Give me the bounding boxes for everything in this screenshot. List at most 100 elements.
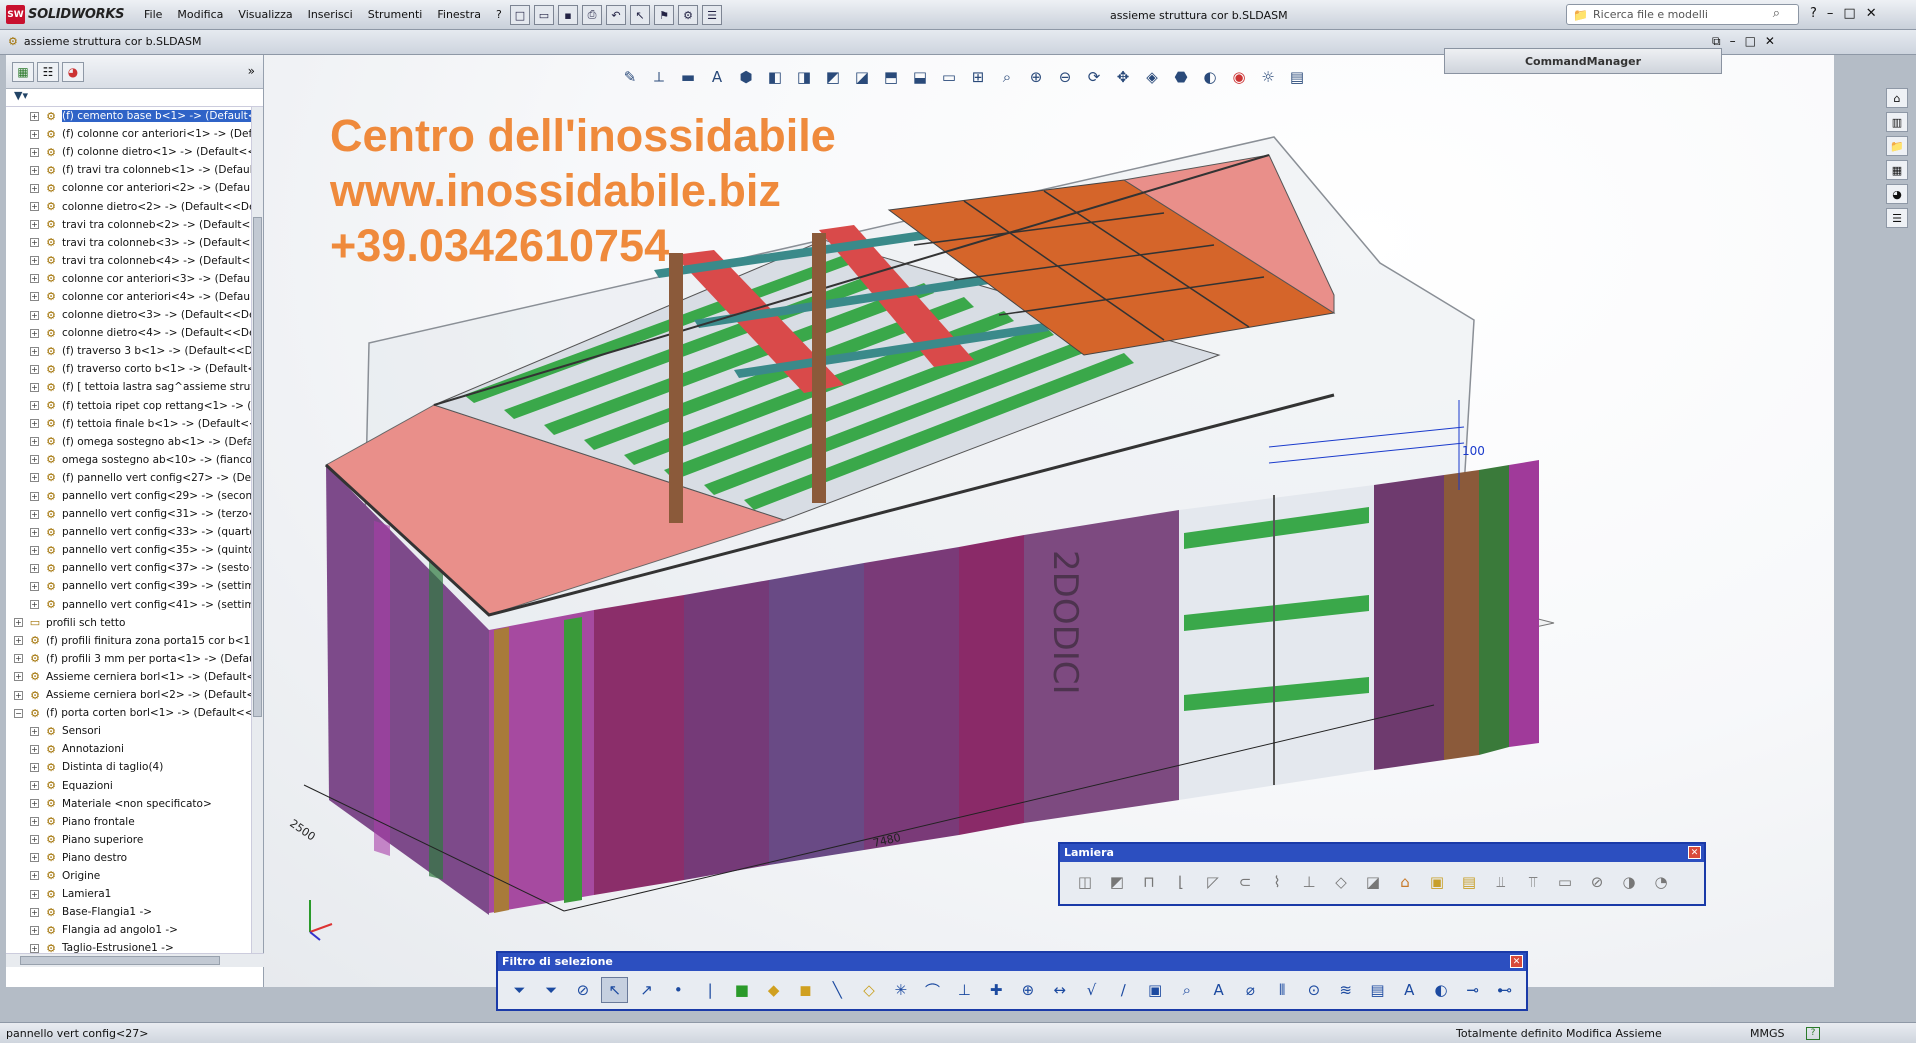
filter-blocks-icon[interactable]: ▤ [1364, 977, 1391, 1003]
expand-toggle-icon[interactable]: + [14, 654, 23, 664]
command-manager[interactable]: CommandManager [1444, 48, 1722, 74]
tree-item[interactable]: + ⚙ (f) traverso 3 b<1> -> (Default<<De [6, 342, 252, 360]
custom-props-icon[interactable]: ☰ [1886, 208, 1908, 228]
section-view-icon[interactable]: ◈ [1140, 65, 1164, 89]
appearances-icon[interactable]: ◕ [1886, 184, 1908, 204]
rip-icon[interactable]: ▭ [1552, 869, 1578, 895]
filter-midpoints-icon[interactable]: ⊥ [951, 977, 978, 1003]
menu-inserisci[interactable]: Inserisci [308, 8, 353, 21]
filter-routing-icon[interactable]: ⊸ [1459, 977, 1486, 1003]
tree-item[interactable]: + ⚙ omega sostegno ab<10> -> (fianco< [6, 451, 252, 469]
expand-toggle-icon[interactable]: + [14, 672, 23, 682]
lofted-bend-icon[interactable]: ⊓ [1136, 869, 1162, 895]
tree-horizontal-scrollbar[interactable] [6, 953, 264, 967]
plane-icon[interactable]: ▬ [676, 65, 700, 89]
tree-item[interactable]: + ⚙ Materiale <non specificato> [6, 795, 252, 813]
expand-toggle-icon[interactable]: + [30, 491, 39, 501]
filter-datum-icon[interactable]: ▣ [1142, 977, 1169, 1003]
tree-item[interactable]: + ⚙ Piano frontale [6, 813, 252, 831]
minimize-icon[interactable]: – [1827, 6, 1834, 21]
expand-toggle-icon[interactable]: + [30, 762, 39, 772]
convert-icon[interactable]: ◩ [1104, 869, 1130, 895]
tree-item[interactable]: + ⚙ pannello vert config<33> -> (quarto [6, 523, 252, 541]
expand-toggle-icon[interactable]: + [30, 835, 39, 845]
vent-icon[interactable]: ⊘ [1584, 869, 1610, 895]
cross-break-icon[interactable]: ◇ [1328, 869, 1354, 895]
tree-item[interactable]: + ⚙ Assieme cerniera borl<2> -> (Default<S… [6, 686, 252, 704]
rotate-icon[interactable]: ⟳ [1082, 65, 1106, 89]
tree-item[interactable]: + ⚙ colonne dietro<3> -> (Default<<Def [6, 306, 252, 324]
tree-item[interactable]: + ⚙ colonne cor anteriori<3> -> (Default [6, 270, 252, 288]
search-icon[interactable]: ⌕ [1773, 6, 1780, 21]
expand-toggle-icon[interactable]: + [30, 220, 39, 230]
expand-toggle-icon[interactable]: − [14, 708, 23, 718]
corner-relief-icon[interactable]: ◔ [1648, 869, 1674, 895]
expand-toggle-icon[interactable]: + [30, 419, 39, 429]
filter-icon[interactable]: ▼▾ [14, 89, 28, 102]
tree-item[interactable]: + ⚙ Equazioni [6, 776, 252, 794]
filter-sketch-segments-icon[interactable]: ⌒ [919, 977, 946, 1003]
expand-toggle-icon[interactable]: + [30, 817, 39, 827]
expand-toggle-icon[interactable]: + [30, 129, 39, 139]
expand-toggle-icon[interactable]: + [30, 455, 39, 465]
tree-item[interactable]: + ⚙ (f) cemento base b<1> -> (Default< [6, 107, 252, 125]
expand-toggle-icon[interactable]: + [30, 292, 39, 302]
new-icon[interactable]: □ [510, 5, 530, 25]
tree-item[interactable]: + ⚙ Lamiera1 [6, 885, 252, 903]
expand-toggle-icon[interactable]: + [30, 545, 39, 555]
expand-toggle-icon[interactable]: + [30, 364, 39, 374]
expand-toggle-icon[interactable]: + [30, 111, 39, 121]
status-units[interactable]: MMGS [1750, 1027, 1785, 1040]
tree-item[interactable]: + ⚙ pannello vert config<41> -> (settim [6, 596, 252, 614]
maximize-icon[interactable]: □ [1843, 6, 1855, 21]
toggle-filter-icon[interactable]: ⏷ [506, 977, 533, 1003]
close-icon[interactable]: ✕ [1866, 6, 1877, 21]
tree-item[interactable]: + ⚙ (f) colonne dietro<1> -> (Default<< [6, 143, 252, 161]
solidworks-logo[interactable]: SW SOLIDWORKS [6, 5, 124, 24]
expand-toggle-icon[interactable]: + [30, 781, 39, 791]
expand-toggle-icon[interactable]: + [30, 726, 39, 736]
filter-weld-icon[interactable]: ⌕ [1173, 977, 1200, 1003]
tree-item[interactable]: + ⚙ colonne dietro<2> -> (Default<<Def [6, 197, 252, 215]
filter-solid-bodies-icon[interactable]: ◼ [792, 977, 819, 1003]
options-icon[interactable]: ⚙ [678, 5, 698, 25]
tree-item[interactable]: + ⚙ (f) tettoia finale b<1> -> (Default<< [6, 415, 252, 433]
no-bends-icon[interactable]: ⫪ [1520, 869, 1546, 895]
help-icon[interactable]: ? [1806, 1027, 1820, 1040]
sketch-icon[interactable]: ✎ [618, 65, 642, 89]
view-palette-icon[interactable]: ▦ [1886, 160, 1908, 180]
expand-toggle-icon[interactable]: + [30, 147, 39, 157]
tree-item[interactable]: + ⚙ colonne cor anteriori<4> -> (Default [6, 288, 252, 306]
expand-toggle-icon[interactable]: + [30, 943, 39, 953]
expand-toggle-icon[interactable]: + [30, 473, 39, 483]
filter-sketch-points-icon[interactable]: ✳ [887, 977, 914, 1003]
tree-filter[interactable]: ▼▾ [6, 89, 263, 107]
jog-icon[interactable]: ⌇ [1264, 869, 1290, 895]
open-icon[interactable]: ▭ [534, 5, 554, 25]
filter-mates-icon[interactable]: ◐ [1428, 977, 1455, 1003]
appearance-icon[interactable]: ◉ [1227, 65, 1251, 89]
filter-balloons-icon[interactable]: ⌀ [1237, 977, 1264, 1003]
expand-toggle-icon[interactable]: + [30, 744, 39, 754]
property-manager-tab-icon[interactable]: ☷ [37, 62, 59, 82]
tree-item[interactable]: + ⚙ pannello vert config<35> -> (quinto [6, 541, 252, 559]
tree-item[interactable]: + ⚙ (f) [ tettoia lastra sag^assieme strut [6, 378, 252, 396]
filter-faces-icon[interactable]: ■ [728, 977, 755, 1003]
expand-toggle-icon[interactable]: + [30, 581, 39, 591]
tree-item[interactable]: + ⚙ pannello vert config<37> -> (sesto< [6, 559, 252, 577]
close-icon[interactable]: ✕ [1688, 846, 1701, 859]
tree-item[interactable]: + ⚙ Annotazioni [6, 740, 252, 758]
hide-show-icon[interactable]: ◐ [1198, 65, 1222, 89]
tree-item[interactable]: + ⚙ pannello vert config<31> -> (terzo< [6, 505, 252, 523]
tree-item[interactable]: + ⚙ Taglio-Estrusione1 -> [6, 939, 252, 953]
filter-vertices-icon[interactable]: • [665, 977, 692, 1003]
display-style-icon[interactable]: ⬣ [1169, 65, 1193, 89]
h-scroll-thumb[interactable] [20, 956, 220, 965]
file-props-icon[interactable]: ☰ [702, 5, 722, 25]
tree-item[interactable]: + ⚙ colonne cor anteriori<2> -> (Default [6, 179, 252, 197]
tree-item[interactable]: + ⚙ Origine [6, 867, 252, 885]
tree-item[interactable]: + ⚙ colonne dietro<4> -> (Default<<Def [6, 324, 252, 342]
hem-icon[interactable]: ⊂ [1232, 869, 1258, 895]
tree-item[interactable]: + ⚙ pannello vert config<29> -> (second [6, 487, 252, 505]
expand-toggle-icon[interactable]: + [30, 527, 39, 537]
